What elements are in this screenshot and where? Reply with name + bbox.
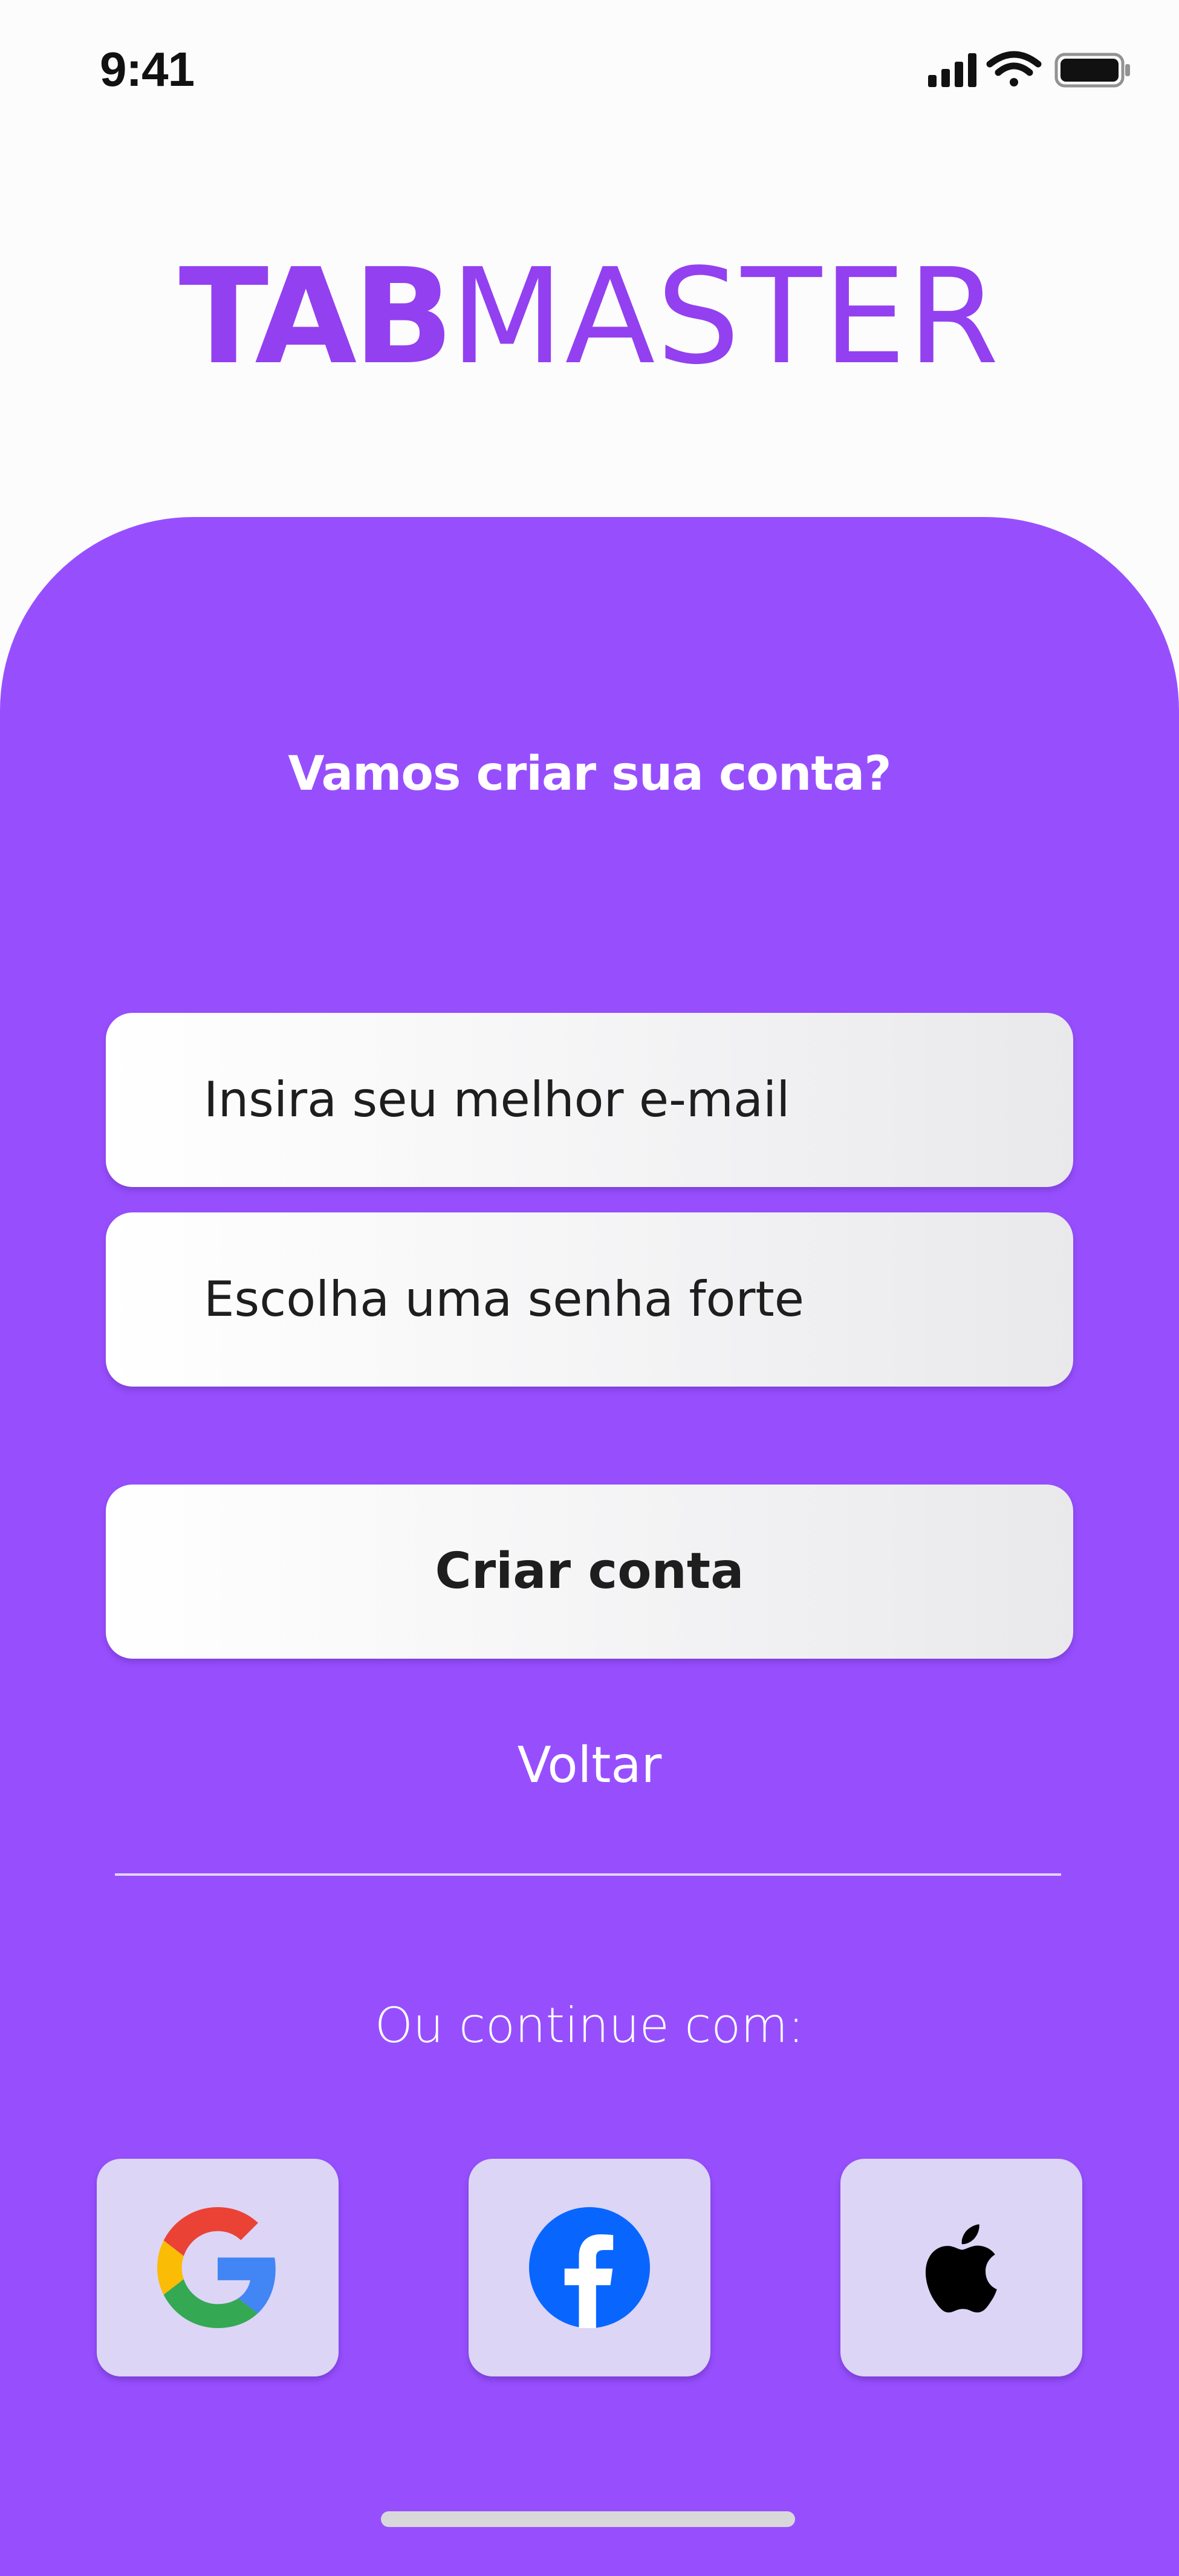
facebook-icon [529,2207,650,2328]
app-logo: TABMASTER [0,242,1179,393]
status-time: 9:41 [100,42,195,96]
apple-login-button[interactable] [840,2159,1082,2376]
status-icons [928,48,1134,91]
logo-bold-text: TAB [178,241,454,394]
password-field[interactable]: Escolha uma senha forte [106,1212,1073,1387]
status-icons-svg [928,51,1130,88]
google-icon [157,2207,276,2328]
create-account-button[interactable]: Criar conta [106,1485,1073,1659]
email-field[interactable]: Insira seu melhor e-mail [106,1013,1073,1187]
divider [115,1873,1061,1876]
back-link[interactable]: Voltar [0,1732,1179,1799]
facebook-login-button[interactable] [469,2159,710,2376]
home-indicator [381,2511,795,2527]
logo-light-text: MASTER [450,241,1001,394]
email-placeholder: Insira seu melhor e-mail [204,1072,790,1128]
google-login-button[interactable] [97,2159,339,2376]
apple-icon [925,2224,997,2313]
wifi-icon [986,51,1042,86]
battery-icon [1054,53,1130,88]
cellular-signal-icon [928,53,976,87]
password-placeholder: Escolha uma senha forte [204,1271,804,1327]
social-login-label: Ou continue com: [374,1997,805,2054]
page-title: Vamos criar sua conta? [288,747,891,801]
